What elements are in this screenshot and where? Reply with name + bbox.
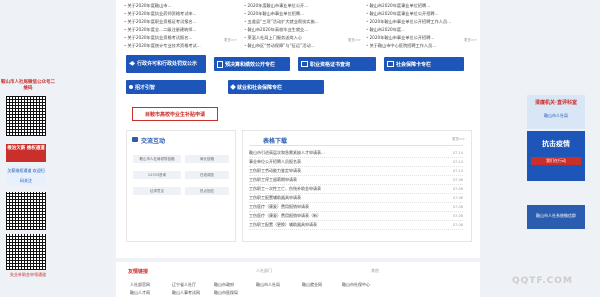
diamond-icon	[230, 84, 236, 90]
news-item[interactable]: •关于2020年度职业资格证考试报名...	[124, 18, 242, 26]
download-row[interactable]: 工伤职工配置（更换）辅助器具申请表 07-06	[249, 221, 463, 230]
news-item[interactable]: •2020年鞍山市事业单位招聘...	[244, 10, 362, 18]
tag-12333[interactable]: 12333咨询	[133, 171, 181, 179]
footer-link[interactable]: 辽宁省人社厅	[172, 282, 196, 288]
news-column-middle: •2020年度鞍山市事业单位公开... •2020年鞍山市事业单位招聘... •…	[244, 2, 362, 50]
social-card-button[interactable]: 社会保障卡专栏	[384, 57, 464, 71]
integrity-banner[interactable]: 清廉机关·直评科室 鞍山市人社局	[527, 95, 585, 129]
main-content: •关于2020年度鞍山市... •关于2020年度执业药师资格考试申... •关…	[116, 0, 480, 258]
footer-group-hr: 人社部门	[256, 268, 272, 273]
download-row[interactable]: 工伤职工配置辅助器具申请表 07-06	[249, 194, 463, 203]
graduate-subsidy-link[interactable]: 目鞍市高校毕业生补贴申请	[132, 107, 218, 121]
news-more-link[interactable]: 更多>>	[224, 38, 237, 43]
download-row[interactable]: 工伤职工一次性工亡、伤残补助金申请表 07-06	[249, 185, 463, 194]
friend-links-title: 友情链接	[128, 269, 149, 275]
download-more-link[interactable]: 更多>>	[452, 137, 465, 142]
epidemic-title: 抗击疫情	[542, 140, 570, 148]
qr-code-wechat[interactable]	[6, 96, 46, 136]
left-sidebar: 鞍山市人社局微信公众号二维码 根治欠薪 维权通道 欠薪维权通道 欢迎扫码关注 失…	[0, 80, 56, 280]
news-item[interactable]: •关于2020年度鞍山市...	[124, 2, 242, 10]
news-item[interactable]: •莱温人社局上门服务送岗入心	[244, 34, 362, 42]
person-icon	[129, 85, 133, 89]
qr-code-unemployment[interactable]	[6, 234, 46, 270]
certificate-icon	[301, 61, 308, 67]
news-item[interactable]: •鞍山市2020年度事业单位招聘...	[366, 2, 484, 10]
footer-link[interactable]: 鞍山人事考试网	[172, 290, 200, 296]
download-row[interactable]: 工伤职工劳动能力鉴定申请表 07-14	[249, 167, 463, 176]
watermark: QQTF.COM	[512, 276, 573, 286]
news-more-link[interactable]: 更多>>	[348, 38, 361, 43]
footer-links: 友情链接 人社部门 其他 人社部官网 辽宁省人社厅 鞍山市政府 鞍山市人社局 鞍…	[116, 262, 480, 297]
integrity-title: 清廉机关·直评科室	[535, 100, 577, 106]
exchange-title: 交流互动	[141, 138, 166, 145]
news-item[interactable]: •关于2020年度统计专业技术资格考试...	[124, 42, 242, 50]
footer-link[interactable]: 鞍山市社保中心	[342, 282, 370, 288]
footer-link[interactable]: 鞍山市人社局	[256, 282, 280, 288]
tag-survey[interactable]: 在线调查	[185, 171, 229, 179]
news-item[interactable]: •鞍山市2020年度...	[366, 26, 484, 34]
budget-button[interactable]: 预决算和绩效公开专栏	[214, 57, 290, 71]
certificate-button[interactable]: 职业资格证书查询	[298, 57, 376, 71]
footer-link[interactable]: 鞍山市医保局	[214, 290, 238, 296]
qr-top-title: 鞍山市人社局微信公众号二维码	[1, 80, 55, 91]
news-item[interactable]: •五道县“三项”活动扩大就业帮扶实施...	[244, 18, 362, 26]
qr-code-wage[interactable]	[6, 192, 46, 230]
card-icon	[387, 61, 394, 67]
news-item[interactable]: •关于2020年度执业药师资格考试申...	[124, 10, 242, 18]
news-more-link[interactable]: 更多>>	[464, 38, 477, 43]
download-row[interactable]: 鞍山市引进高层次和急需紧缺人才申请表... 07-14	[249, 149, 463, 158]
document-icon	[217, 60, 223, 68]
wechat-group-text: 鞍山市人社系统微信群	[536, 213, 576, 218]
footer-link[interactable]: 人社部官网	[130, 282, 150, 288]
exchange-panel: 交流互动 鞍山市人社局领导信箱 局长信箱 12333咨询 在线调查 征求意见 热…	[126, 130, 236, 242]
employment-button[interactable]: 就业和社会保障专栏	[228, 80, 324, 94]
unpaid-wage-text: 欠薪维权通道 欢迎扫码关注	[6, 166, 46, 186]
tag-opinion[interactable]: 征求意见	[133, 187, 181, 195]
news-item[interactable]: •2020年度鞍山市事业单位公开...	[244, 2, 362, 10]
news-item[interactable]: •关于2020年度全...二级注册建筑师...	[124, 26, 242, 34]
download-row[interactable]: 工伤医疗（康复）费用报销申请表 07-06	[249, 203, 463, 212]
download-title: 表格下载	[263, 138, 288, 145]
title-underline	[249, 145, 463, 146]
tag-hotspot[interactable]: 热点回应	[185, 187, 229, 195]
unemployment-label: 失业补助金申领通道	[10, 272, 46, 277]
download-panel: 表格下载 更多>> 鞍山市引进高层次和急需紧缺人才申请表... 07-14 事业单…	[242, 130, 472, 242]
right-sidebar: 清廉机关·直评科室 鞍山市人社局 抗击疫情 我们在行动 鞍山市人社系统微信群	[527, 95, 585, 240]
download-row[interactable]: 工伤医疗（康复）费用报销申请表（新） 07-06	[249, 212, 463, 221]
footer-group-other: 其他	[371, 268, 379, 273]
footer-link[interactable]: 鞍山人才网	[130, 290, 150, 296]
talent-button[interactable]: 招才引智	[126, 80, 206, 94]
news-item[interactable]: •2020年鞍山市事业单位公开招聘工作人员...	[366, 18, 484, 26]
integrity-sub: 鞍山市人社局	[544, 113, 568, 118]
tag-director-mailbox[interactable]: 局长信箱	[185, 155, 229, 163]
chat-icon	[132, 137, 138, 142]
tag-mailbox[interactable]: 鞍山市人社局领导信箱	[133, 155, 181, 163]
epidemic-banner[interactable]: 抗击疫情 我们在行动	[527, 131, 585, 181]
footer-link[interactable]: 鞍山市政府	[214, 282, 234, 288]
download-row[interactable]: 工伤职工停工留薪期申请表 07-06	[249, 176, 463, 185]
news-item[interactable]: •鞍山市区“劳动保障”与“征运”活动...	[244, 42, 362, 50]
gavel-icon	[129, 61, 135, 66]
footer-link[interactable]: 鞍山就业网	[302, 282, 322, 288]
admin-permit-button[interactable]: 行政许可和行政处罚双公示	[126, 55, 206, 73]
news-item[interactable]: •鞍山市2020年高校毕业生就业...	[244, 26, 362, 34]
unpaid-wage-banner[interactable]: 根治欠薪 维权通道	[6, 144, 46, 162]
epidemic-sub: 我们在行动	[531, 157, 581, 165]
wechat-group-banner[interactable]: 鞍山市人社系统微信群	[527, 205, 585, 229]
news-item[interactable]: •鞍山市2020年度事业单位公开招聘...	[366, 10, 484, 18]
news-item[interactable]: •关于鞍山市中心医院招聘工作人员...	[366, 42, 484, 50]
download-row[interactable]: 事业单位公开招聘人员报名表 07-14	[249, 158, 463, 167]
